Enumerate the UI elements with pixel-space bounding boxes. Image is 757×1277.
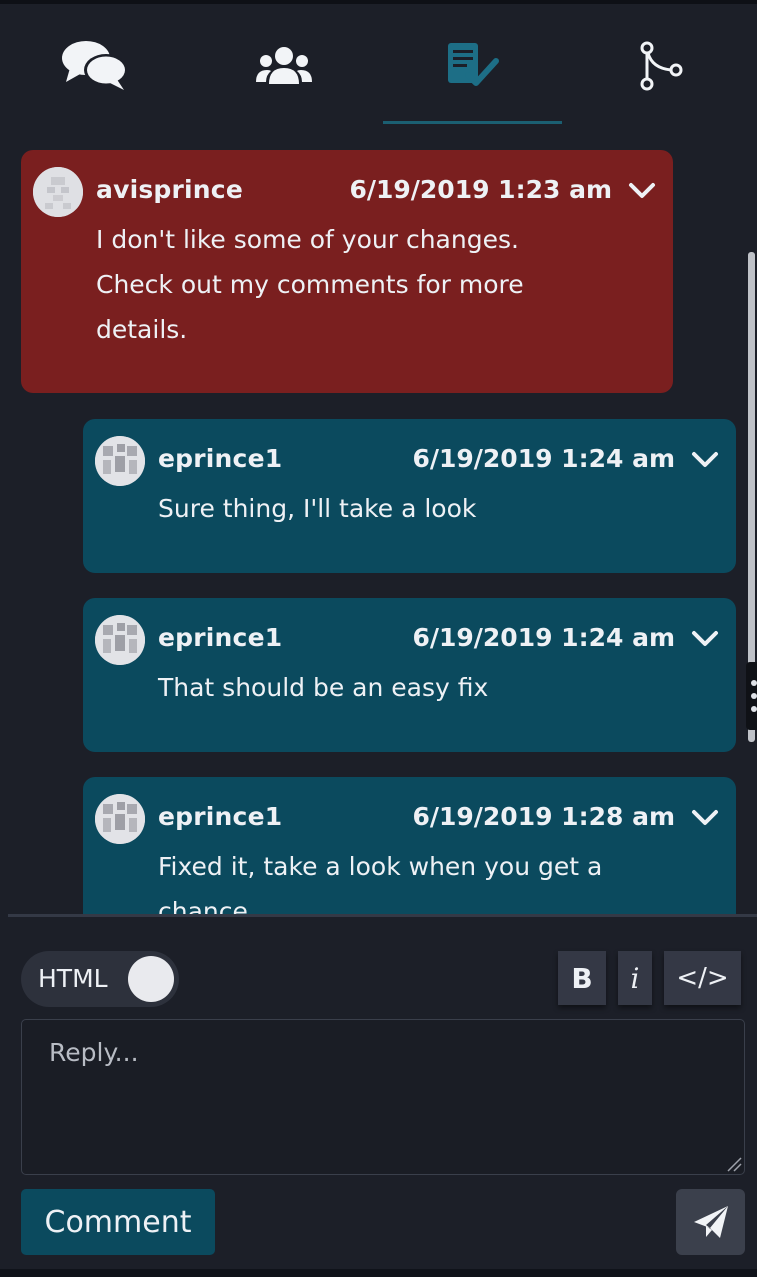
comment-timestamp: 6/19/2019 1:23 am — [349, 175, 612, 204]
comment-line: Sure thing, I'll take a look — [158, 494, 477, 523]
reply-input[interactable] — [21, 1019, 745, 1175]
tab-bar — [0, 8, 757, 124]
grip-dot — [751, 693, 757, 699]
avatar — [33, 167, 83, 217]
comment-line: I don't like some of your changes. — [96, 225, 519, 254]
comment-timestamp: 6/19/2019 1:28 am — [412, 802, 675, 831]
comment-line: Fixed it, take a look when you get a — [158, 852, 603, 881]
resize-grip-icon[interactable] — [724, 1154, 742, 1172]
italic-button[interactable]: i — [618, 951, 652, 1005]
comment-card: avisprince 6/19/2019 1:23 am I don't lik… — [21, 150, 673, 393]
comment-panel: avisprince 6/19/2019 1:23 am I don't lik… — [0, 0, 757, 1277]
grip-dot — [751, 706, 757, 712]
avatar — [95, 615, 145, 665]
panel-resize-handle[interactable] — [746, 662, 757, 730]
reply-card: eprince1 6/19/2019 1:24 am Sure thing, I… — [83, 419, 736, 573]
chat-bubbles-icon — [61, 41, 128, 90]
avatar — [95, 436, 145, 486]
comment-author: eprince1 — [158, 444, 283, 473]
tab-branches[interactable] — [567, 8, 756, 124]
tab-people[interactable] — [189, 8, 378, 124]
comment-body: That should be an easy fix — [158, 665, 696, 710]
reply-card: eprince1 6/19/2019 1:28 am Fixed it, tak… — [83, 777, 736, 914]
send-icon — [693, 1206, 728, 1238]
chevron-down-icon[interactable] — [627, 180, 657, 202]
comment-timestamp: 6/19/2019 1:24 am — [412, 623, 675, 652]
comment-body: Fixed it, take a look when you get a cha… — [158, 844, 696, 914]
tab-review[interactable] — [378, 8, 567, 124]
html-toggle[interactable]: HTML — [21, 951, 179, 1007]
avatar — [95, 794, 145, 844]
reply-card: eprince1 6/19/2019 1:24 am That should b… — [83, 598, 736, 752]
comment-line: That should be an easy fix — [158, 673, 489, 702]
comment-author: avisprince — [96, 175, 243, 204]
review-checklist-icon — [447, 43, 499, 86]
composer-divider — [8, 914, 757, 917]
comment-line: Check out my comments for more — [96, 270, 524, 299]
comment-thread[interactable]: avisprince 6/19/2019 1:23 am I don't lik… — [0, 124, 745, 914]
comment-line: chance. — [158, 897, 256, 914]
comment-author: eprince1 — [158, 802, 283, 831]
send-button[interactable] — [676, 1189, 745, 1255]
chevron-down-icon[interactable] — [690, 449, 720, 471]
code-button[interactable]: </> — [664, 951, 741, 1005]
comment-timestamp: 6/19/2019 1:24 am — [412, 444, 675, 473]
comment-body: Sure thing, I'll take a look — [158, 486, 696, 531]
users-icon — [255, 47, 312, 84]
toggle-knob — [128, 956, 174, 1002]
comment-body: I don't like some of your changes. Check… — [96, 217, 633, 352]
chevron-down-icon[interactable] — [690, 807, 720, 829]
comment-line: details. — [96, 315, 188, 344]
comment-author: eprince1 — [158, 623, 283, 652]
tab-conversations[interactable] — [0, 8, 189, 124]
branch-icon — [640, 41, 682, 91]
html-toggle-label: HTML — [38, 964, 108, 993]
chevron-down-icon[interactable] — [690, 628, 720, 650]
comment-button[interactable]: Comment — [21, 1189, 215, 1255]
window-edge — [0, 1269, 757, 1277]
grip-dot — [751, 680, 757, 686]
bold-button[interactable]: B — [558, 951, 606, 1005]
